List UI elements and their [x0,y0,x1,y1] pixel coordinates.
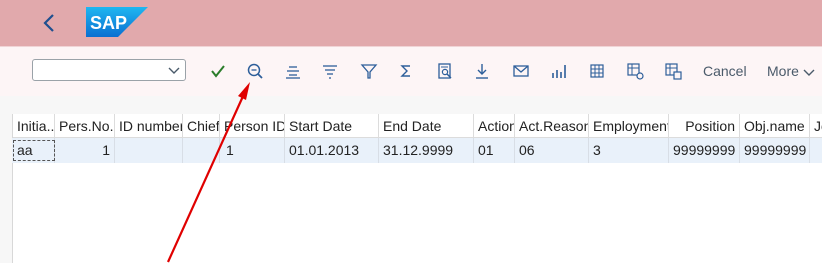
print-preview-icon [438,63,452,79]
more-button[interactable]: More [767,63,819,79]
filter-button[interactable] [359,61,379,81]
chevron-left-icon [43,14,54,32]
cell-chief[interactable] [183,138,220,163]
align-button[interactable] [283,61,303,81]
cell-start-date[interactable]: 01.01.2013 [285,138,379,163]
layout-variant-select[interactable] [32,59,186,81]
column-header-employment[interactable]: Employment [589,114,669,138]
cell-act-reason[interactable]: 06 [515,138,589,163]
cell-id-number[interactable] [115,138,183,163]
chevron-down-icon [803,69,815,76]
column-header-pers-no[interactable]: Pers.No. [55,114,115,138]
sum-button[interactable] [396,61,416,81]
table-select-icon [665,63,682,80]
send-mail-button[interactable] [511,61,531,81]
cell-position[interactable]: 99999999 [669,138,740,163]
export-button[interactable] [472,61,492,81]
column-header-initials[interactable]: Initia... [13,114,55,138]
table-layout-icon [590,64,604,78]
mail-icon [513,65,529,77]
sort-lines-icon [323,65,337,79]
layout-settings-button[interactable] [625,61,645,81]
cell-person-id[interactable]: 1 [220,138,285,163]
cancel-button[interactable]: Cancel [703,63,747,79]
change-layout-button[interactable] [587,61,607,81]
zoom-search-icon [247,63,263,79]
cell-action[interactable]: 01 [474,138,515,163]
center-align-icon [286,66,300,79]
execute-button[interactable] [208,61,228,81]
cell-job[interactable] [810,138,822,163]
filter-icon [360,64,378,79]
svg-text:SAP: SAP [90,13,127,33]
cell-end-date[interactable]: 31.12.9999 [379,138,474,163]
column-header-action[interactable]: Action [474,114,515,138]
cell-focus-marker [13,140,55,161]
column-header-end-date[interactable]: End Date [379,114,474,138]
details-button[interactable] [245,61,265,81]
back-button[interactable] [40,12,60,34]
cell-pers-no[interactable]: 1 [55,138,115,163]
column-header-start-date[interactable]: Start Date [285,114,379,138]
column-header-job[interactable]: Jo [810,114,822,138]
shell-bar: SAP [0,0,822,46]
more-label: More [767,63,799,79]
column-header-position[interactable]: Position [669,114,740,138]
print-preview-button[interactable] [435,61,455,81]
column-header-chief[interactable]: Chief [183,114,220,138]
cell-employment[interactable]: 3 [589,138,669,163]
select-layout-button[interactable] [663,61,683,81]
column-header-person-id[interactable]: Person ID [220,114,285,138]
sum-icon [400,65,410,77]
checkmark-icon [211,65,225,78]
chart-icon [552,65,566,78]
table-settings-icon [627,63,644,80]
graphic-button[interactable] [549,61,569,81]
sap-logo: SAP [86,7,148,37]
cell-obj-name[interactable]: 99999999 [740,138,810,163]
download-icon [476,64,488,79]
column-header-id-number[interactable]: ID number [115,114,183,138]
sort-button[interactable] [320,61,340,81]
column-header-obj-name[interactable]: Obj.name [740,114,810,138]
chevron-down-icon [168,67,180,74]
column-header-act-reason[interactable]: Act.Reason [515,114,589,138]
